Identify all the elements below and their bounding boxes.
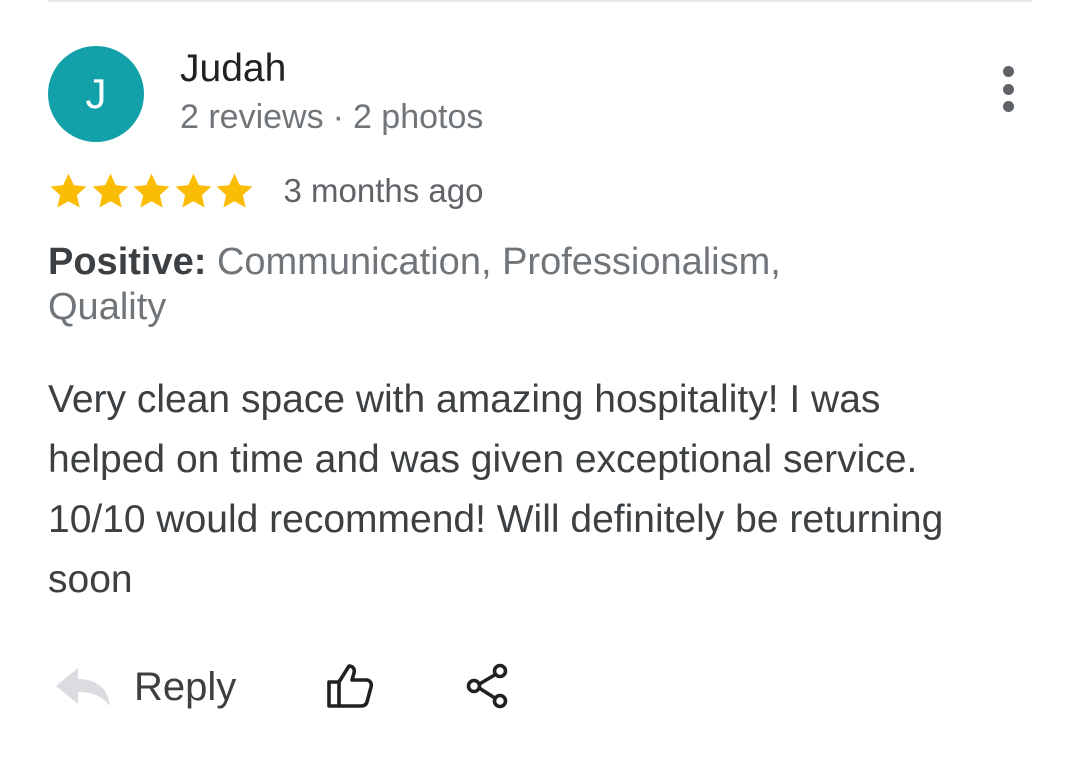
share-button[interactable]: [458, 656, 518, 716]
more-vertical-icon: [1002, 66, 1014, 77]
rating-row: 3 months ago: [48, 167, 483, 215]
attributes-label: Positive:: [48, 241, 207, 283]
review-time: 3 months ago: [283, 172, 484, 209]
review-text: Very clean space with amazing hospitalit…: [48, 378, 944, 601]
reviews-count: 2 reviews: [180, 98, 324, 136]
reply-arrow-icon: [56, 668, 110, 706]
review-attributes: Positive: Communication, Professionalism…: [48, 240, 908, 330]
avatar-initial: J: [85, 70, 107, 117]
star-icon: [92, 173, 128, 208]
author-name[interactable]: Judah: [180, 47, 286, 91]
review-card: J Judah 2 reviews · 2 photos 3 months ago …: [0, 0, 1080, 779]
top-divider: [48, 0, 1032, 2]
star-rating: [48, 171, 256, 212]
review-actions: Reply: [54, 652, 574, 722]
like-button[interactable]: [320, 656, 380, 716]
share-icon: [466, 663, 508, 709]
star-icon: [175, 173, 211, 208]
reply-label: Reply: [134, 664, 237, 709]
author-meta: 2 reviews · 2 photos: [180, 98, 483, 137]
star-icon: [50, 173, 87, 208]
more-options-button[interactable]: [993, 66, 1023, 112]
photos-count: 2 photos: [352, 98, 484, 136]
meta-separator: ·: [332, 98, 344, 136]
avatar[interactable]: J: [48, 46, 144, 142]
reply-button[interactable]: Reply: [54, 658, 236, 716]
star-icon: [216, 173, 253, 208]
thumbs-up-icon: [327, 664, 374, 708]
star-icon: [133, 173, 170, 208]
